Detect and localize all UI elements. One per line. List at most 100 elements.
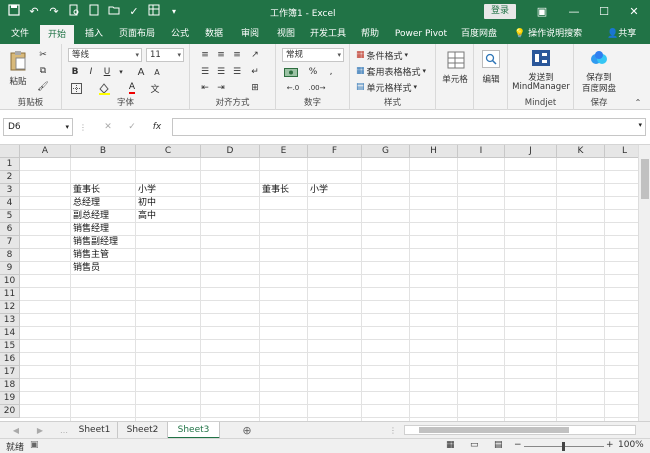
wrap-text-icon[interactable]: ↵ bbox=[248, 65, 262, 79]
cell-c4[interactable]: 初中 bbox=[136, 197, 156, 210]
worksheet-grid[interactable]: ABCDEFGHIJKL 1 2 3 4 5 6 7 8 9 10 11 12 13 14 15 16 17 18… bbox=[0, 145, 650, 421]
row-header-19[interactable]: 19 bbox=[0, 392, 20, 405]
font-color-button[interactable]: A bbox=[124, 81, 140, 95]
decrease-decimal-icon[interactable]: .00→ bbox=[308, 81, 326, 95]
row-header-16[interactable]: 16 bbox=[0, 353, 20, 366]
row-header-11[interactable]: 11 bbox=[0, 288, 20, 301]
row-header-17[interactable]: 17 bbox=[0, 366, 20, 379]
column-header-k[interactable]: K bbox=[557, 145, 605, 158]
format-painter-icon[interactable]: 🖌 bbox=[36, 80, 50, 94]
tab-baidu-netdisk[interactable]: 百度网盘 bbox=[456, 24, 502, 44]
grid-icon[interactable] bbox=[146, 4, 162, 20]
sheet-tab-2[interactable]: Sheet2 bbox=[118, 422, 168, 439]
mindmanager-icon[interactable] bbox=[531, 48, 551, 68]
tab-power-pivot[interactable]: Power Pivot bbox=[392, 24, 450, 44]
font-name-select[interactable]: 等线 ▾ bbox=[68, 48, 142, 62]
column-header-f[interactable]: F bbox=[308, 145, 362, 158]
tab-file[interactable]: 文件 bbox=[6, 24, 34, 44]
maximize-icon[interactable]: ☐ bbox=[592, 3, 616, 21]
decrease-font-icon[interactable]: A bbox=[150, 65, 164, 79]
paste-icon[interactable] bbox=[6, 48, 30, 74]
tab-formulas[interactable]: 公式 bbox=[166, 24, 194, 44]
tab-view[interactable]: 视图 bbox=[272, 24, 300, 44]
row-header-10[interactable]: 10 bbox=[0, 275, 20, 288]
undo-icon[interactable]: ↶ bbox=[26, 4, 42, 20]
close-icon[interactable]: ✕ bbox=[622, 3, 646, 21]
underline-button[interactable]: U bbox=[100, 65, 114, 79]
cell-b9[interactable]: 销售员 bbox=[71, 262, 100, 275]
row-header-12[interactable]: 12 bbox=[0, 301, 20, 314]
more-sheets-icon[interactable]: … bbox=[58, 424, 70, 436]
cell-b8[interactable]: 销售主管 bbox=[71, 249, 109, 262]
bold-button[interactable]: B bbox=[68, 65, 82, 79]
column-header-h[interactable]: H bbox=[410, 145, 458, 158]
baidu-cloud-icon[interactable] bbox=[589, 48, 609, 68]
select-all-corner[interactable] bbox=[0, 145, 20, 158]
merge-center-icon[interactable]: ⊞ bbox=[248, 81, 262, 95]
cells-label[interactable]: 单元格 bbox=[436, 73, 474, 85]
borders-icon[interactable] bbox=[68, 81, 84, 95]
row-header-9[interactable]: 9 bbox=[0, 262, 20, 275]
vertical-scroll-thumb[interactable] bbox=[641, 159, 649, 199]
mindmanager-label[interactable]: MindManager bbox=[508, 82, 574, 92]
font-size-select[interactable]: 11 ▾ bbox=[146, 48, 184, 62]
tab-insert[interactable]: 插入 bbox=[80, 24, 108, 44]
tab-data[interactable]: 数据 bbox=[200, 24, 228, 44]
enter-icon[interactable]: ✓ bbox=[126, 121, 138, 133]
number-format-select[interactable]: 常规 ▾ bbox=[282, 48, 344, 62]
tab-home[interactable]: 开始 bbox=[40, 25, 74, 44]
ribbon-display-icon[interactable]: ▣ bbox=[530, 3, 554, 21]
row-header-1[interactable]: 1 bbox=[0, 158, 20, 171]
row-header-18[interactable]: 18 bbox=[0, 379, 20, 392]
print-preview-icon[interactable] bbox=[66, 4, 82, 20]
comma-style-icon[interactable]: , bbox=[324, 65, 338, 79]
cell-b6[interactable]: 销售经理 bbox=[71, 223, 109, 236]
tab-review[interactable]: 审阅 bbox=[236, 24, 264, 44]
open-icon[interactable] bbox=[106, 4, 122, 20]
row-header-5[interactable]: 5 bbox=[0, 210, 20, 223]
redo-icon[interactable]: ↷ bbox=[46, 4, 62, 20]
name-box[interactable]: D6 ▾ bbox=[3, 118, 73, 136]
column-header-a[interactable]: A bbox=[20, 145, 71, 158]
save-target-label[interactable]: 百度网盘 bbox=[574, 82, 624, 94]
row-header-8[interactable]: 8 bbox=[0, 249, 20, 262]
tell-me-search[interactable]: 💡 操作说明搜索 bbox=[514, 24, 582, 44]
row-header-14[interactable]: 14 bbox=[0, 327, 20, 340]
cell-b4[interactable]: 总经理 bbox=[71, 197, 100, 210]
sheet-tab-3[interactable]: Sheet3 bbox=[168, 422, 220, 439]
minimize-icon[interactable]: — bbox=[562, 3, 586, 21]
add-sheet-icon[interactable]: ⊕ bbox=[240, 423, 254, 437]
increase-decimal-icon[interactable]: ←.0 bbox=[284, 81, 302, 95]
italic-button[interactable]: I bbox=[84, 65, 98, 79]
page-break-view-icon[interactable]: ▤ bbox=[494, 440, 503, 450]
row-header-7[interactable]: 7 bbox=[0, 236, 20, 249]
column-header-b[interactable]: B bbox=[71, 145, 136, 158]
align-bottom-icon[interactable]: ≡ bbox=[230, 48, 244, 62]
row-header-15[interactable]: 15 bbox=[0, 340, 20, 353]
normal-view-icon[interactable]: ▦ bbox=[446, 440, 455, 450]
horizontal-scroll-thumb[interactable] bbox=[419, 427, 569, 433]
align-middle-icon[interactable]: ≡ bbox=[214, 48, 228, 62]
cell-styles-button[interactable]: ▤ 单元格样式 ▾ bbox=[356, 80, 417, 94]
cell-c3[interactable]: 小学 bbox=[136, 184, 156, 197]
qat-more-icon[interactable]: ▾ bbox=[166, 4, 182, 20]
fill-color-icon[interactable] bbox=[96, 81, 112, 95]
column-header-g[interactable]: G bbox=[362, 145, 410, 158]
share-button[interactable]: 👤共享 bbox=[607, 24, 636, 44]
row-header-3[interactable]: 3 bbox=[0, 184, 20, 197]
cell-c5[interactable]: 高中 bbox=[136, 210, 156, 223]
cell-b7[interactable]: 销售副经理 bbox=[71, 236, 118, 249]
row-header-6[interactable]: 6 bbox=[0, 223, 20, 236]
tab-developer[interactable]: 开发工具 bbox=[306, 24, 350, 44]
column-header-d[interactable]: D bbox=[201, 145, 260, 158]
increase-indent-icon[interactable]: ⇥ bbox=[214, 81, 228, 95]
column-header-i[interactable]: I bbox=[458, 145, 505, 158]
row-header-20[interactable]: 20 bbox=[0, 405, 20, 418]
copy-icon[interactable]: ⧉ bbox=[36, 64, 50, 78]
column-header-j[interactable]: J bbox=[505, 145, 557, 158]
save-icon[interactable] bbox=[6, 4, 22, 20]
search-icon[interactable] bbox=[482, 50, 500, 68]
cut-icon[interactable]: ✂ bbox=[36, 48, 50, 62]
cancel-icon[interactable]: ✕ bbox=[102, 121, 114, 133]
phonetic-icon[interactable]: 文 bbox=[148, 81, 162, 95]
